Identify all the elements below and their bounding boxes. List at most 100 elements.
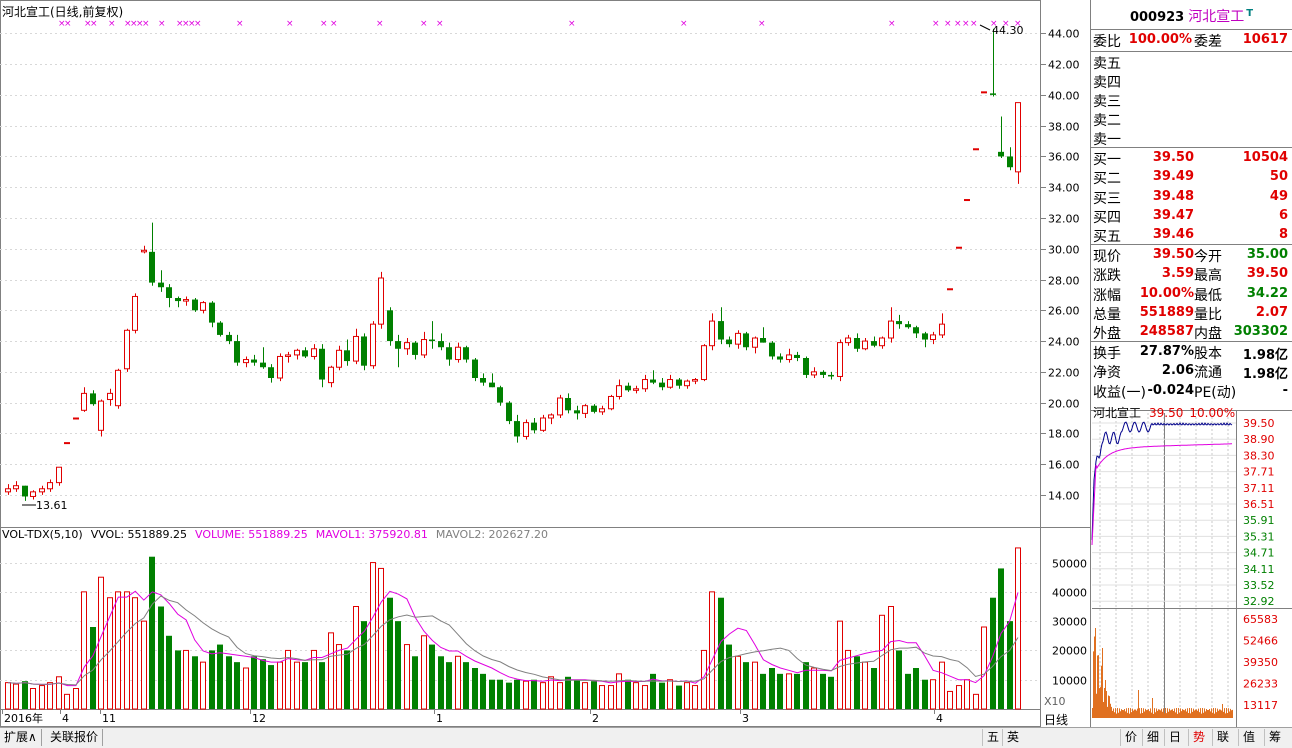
quote-row-3[interactable]: 总量 551889 量比 2.07 [1093, 304, 1290, 324]
quote-label: 涨跌 [1093, 268, 1121, 285]
fund-row-2[interactable]: 收益(一) -0.024 PE(动) - [1093, 382, 1290, 402]
volume-bar [328, 632, 334, 710]
fund-label: PE(动) [1194, 384, 1237, 401]
price-axis-label: 40.00 [1048, 90, 1080, 103]
stock-name[interactable]: 河北宣工 [1188, 9, 1244, 25]
volume-bar [735, 655, 741, 710]
candle-body [990, 93, 996, 95]
buy-price: 39.49 [1152, 169, 1194, 185]
volume-bar [378, 567, 384, 710]
mini-volume-label: 39350 [1243, 656, 1278, 669]
x10-label[interactable]: X10 [1044, 695, 1066, 708]
event-marker: × [436, 19, 444, 29]
volume-bar [574, 679, 580, 709]
volume-bar [429, 644, 435, 709]
quote-value: 2.07 [1255, 304, 1288, 320]
volume-bar [828, 676, 834, 709]
volume-bar [913, 668, 919, 709]
volume-bar [531, 679, 537, 709]
toolbar-button-1[interactable]: 英 [1002, 729, 1023, 746]
sell-level-5[interactable]: 卖五 [1093, 53, 1290, 73]
buy-price: 39.47 [1152, 207, 1194, 223]
volume-bar [523, 680, 529, 710]
sell-label: 卖一 [1093, 132, 1121, 148]
price-axis-label: 32.00 [1048, 213, 1080, 226]
tab-expand[interactable]: 扩展∧ [0, 729, 42, 746]
candle-body [777, 356, 783, 360]
volume-bar [183, 649, 189, 710]
event-marker: × [236, 19, 244, 29]
price-axis-label: 22.00 [1048, 367, 1080, 380]
candle-body [183, 299, 189, 302]
period-label[interactable]: 日线 [1044, 711, 1068, 728]
candle-body [786, 354, 792, 361]
volume-bar [777, 673, 783, 709]
volume-bar [837, 620, 843, 710]
candle-body [446, 347, 452, 360]
toolbar-button-0[interactable]: 五 [982, 729, 1003, 746]
buy-level-3[interactable]: 买三 39.48 49 [1093, 188, 1290, 208]
volume-bar [939, 661, 945, 710]
toolbar-button-2[interactable]: 价 [1120, 729, 1141, 746]
tab-related-quotes[interactable]: 关联报价 [46, 729, 104, 746]
volume-bar [260, 659, 266, 709]
date-label: 12 [252, 712, 266, 725]
fund-row-1[interactable]: 净资 2.06 流通 1.98亿 [1093, 362, 1290, 382]
event-marker: × [330, 19, 338, 29]
quote-row-1[interactable]: 涨跌 3.59 最高 39.50 [1093, 265, 1290, 285]
volume-bar [803, 662, 809, 709]
mavol1-value: MAVOL1: 375920.81 [315, 528, 428, 541]
mini-stock-name: 河北宣工 [1093, 406, 1142, 420]
toolbar-button-4[interactable]: 日 [1164, 729, 1185, 746]
candle-body [361, 336, 367, 366]
price-axis-label: 34.00 [1048, 182, 1080, 195]
candle-body [837, 342, 843, 377]
toolbar-button-5[interactable]: 势 [1188, 729, 1209, 746]
fund-value: - [1282, 382, 1288, 398]
buy-level-1[interactable]: 买一 39.50 10504 [1093, 149, 1290, 169]
quote-row-0[interactable]: 现价 39.50 今开 35.00 [1093, 246, 1290, 266]
candle-body [692, 379, 698, 382]
volume-bar [811, 667, 817, 710]
volume-bar [548, 676, 554, 710]
candle-body [277, 355, 283, 379]
event-marker: × [320, 19, 328, 29]
toolbar-button-6[interactable]: 联 [1212, 729, 1233, 746]
quote-label: 总量 [1093, 306, 1121, 323]
candle-body [667, 379, 673, 388]
event-marker: × [194, 19, 202, 29]
candle-body [107, 392, 113, 401]
volume-bar [896, 650, 902, 709]
volume-bar [930, 679, 936, 710]
toolbar-button-8[interactable]: 筹 [1264, 729, 1285, 746]
buy-level-2[interactable]: 买二 39.49 50 [1093, 168, 1290, 188]
volume-bar [871, 668, 877, 709]
fund-row-0[interactable]: 换手 27.87% 股本 1.98亿 [1093, 343, 1290, 363]
toolbar-button-7[interactable]: 值 [1238, 729, 1259, 746]
volume-bar [98, 576, 104, 710]
sell-level-4[interactable]: 卖四 [1093, 72, 1290, 92]
buy-level-4[interactable]: 买四 39.47 6 [1093, 207, 1290, 227]
sell-level-1[interactable]: 卖一 [1093, 129, 1290, 149]
candle-body [5, 488, 11, 493]
buy-label: 买三 [1093, 190, 1121, 207]
mini-price-label: 37.11 [1243, 482, 1275, 495]
volume-bar [463, 662, 469, 709]
event-marker: × [758, 19, 766, 29]
sell-level-2[interactable]: 卖二 [1093, 110, 1290, 130]
vol-indicator-name[interactable]: VOL-TDX(5,10) [2, 528, 83, 541]
volume-bar [820, 673, 826, 709]
sell-level-3[interactable]: 卖三 [1093, 91, 1290, 111]
vvol-value: VVOL: 551889.25 [90, 528, 188, 541]
volume-bar [1007, 621, 1013, 709]
volume-bar [743, 662, 749, 709]
candle-body [421, 339, 427, 356]
quote-row-2[interactable]: 涨幅 10.00% 最低 34.22 [1093, 285, 1290, 305]
candle-body [642, 379, 648, 390]
weicha-label: 委差 [1194, 34, 1222, 50]
candle-body [455, 346, 461, 361]
candle-body [192, 299, 198, 311]
toolbar-button-3[interactable]: 细 [1142, 729, 1163, 746]
weibi-value: 100.00% [1128, 32, 1192, 47]
candle-body [404, 342, 410, 350]
